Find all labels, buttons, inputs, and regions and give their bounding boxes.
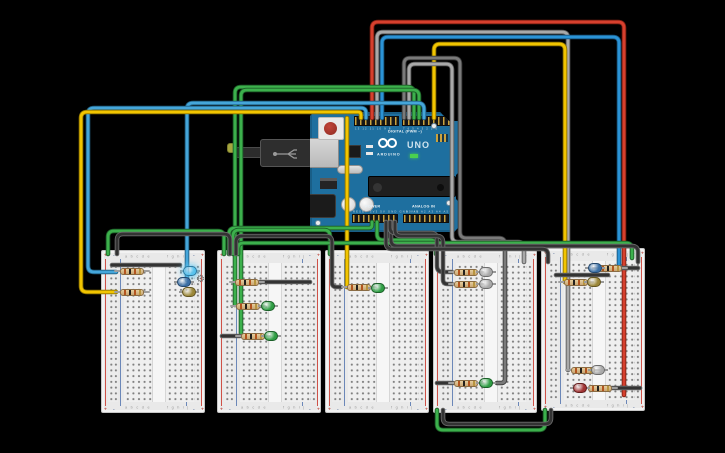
resistor-band — [617, 266, 619, 271]
resistor-band — [255, 304, 257, 309]
resistor-band — [468, 282, 470, 287]
resistor[interactable] — [120, 268, 144, 275]
resistor[interactable] — [588, 385, 612, 392]
resistor[interactable] — [454, 281, 478, 288]
resistor-band — [361, 285, 363, 290]
resistor-band — [250, 304, 252, 309]
resistor-band — [129, 290, 131, 295]
resistor[interactable] — [120, 289, 144, 296]
resistor-band — [245, 304, 247, 309]
led-green[interactable] — [264, 331, 278, 341]
resistor[interactable] — [235, 279, 259, 286]
led-gray[interactable] — [479, 279, 493, 289]
resistor-band — [139, 290, 141, 295]
gear-icon[interactable]: ⚙ — [196, 275, 205, 285]
resistor-band — [458, 381, 460, 386]
led-gray[interactable] — [591, 365, 605, 375]
led-olive[interactable] — [587, 277, 601, 287]
resistor-band — [602, 386, 604, 391]
resistor-band — [250, 334, 252, 339]
resistor-band — [255, 334, 257, 339]
resistor-band — [254, 280, 256, 285]
resistor-band — [244, 280, 246, 285]
resistor-band — [473, 381, 475, 386]
resistor-band — [249, 280, 251, 285]
resistor-band — [139, 269, 141, 274]
resistor-band — [463, 381, 465, 386]
led-green[interactable] — [479, 378, 493, 388]
resistor-band — [240, 304, 242, 309]
led-cyan[interactable] — [183, 266, 197, 276]
resistor-band — [573, 280, 575, 285]
resistor-band — [463, 270, 465, 275]
component-layer — [0, 0, 725, 453]
resistor[interactable] — [236, 303, 260, 310]
resistor[interactable] — [454, 380, 478, 387]
resistor[interactable] — [454, 269, 478, 276]
resistor-band — [351, 285, 353, 290]
resistor-band — [607, 266, 609, 271]
resistor-band — [458, 282, 460, 287]
led-gray[interactable] — [479, 267, 493, 277]
resistor-band — [597, 386, 599, 391]
resistor-band — [458, 270, 460, 275]
resistor-band — [585, 368, 587, 373]
led-green[interactable] — [371, 283, 385, 293]
resistor-band — [468, 270, 470, 275]
resistor-band — [473, 270, 475, 275]
resistor-band — [578, 280, 580, 285]
led-blue[interactable] — [588, 263, 602, 273]
resistor-band — [473, 282, 475, 287]
resistor-band — [134, 269, 136, 274]
resistor-band — [245, 334, 247, 339]
resistor-band — [134, 290, 136, 295]
led-blue[interactable] — [177, 277, 191, 287]
led-darkred[interactable] — [573, 383, 587, 393]
resistor-band — [607, 386, 609, 391]
resistor-band — [129, 269, 131, 274]
resistor-band — [580, 368, 582, 373]
resistor-band — [592, 386, 594, 391]
resistor-band — [239, 280, 241, 285]
resistor-band — [568, 280, 570, 285]
resistor-band — [575, 368, 577, 373]
resistor-band — [124, 269, 126, 274]
led-green[interactable] — [261, 301, 275, 311]
resistor-band — [468, 381, 470, 386]
resistor-band — [124, 290, 126, 295]
resistor-band — [612, 266, 614, 271]
circuit-canvas: a b c d ef g h i ja b c d ef g h i j+--+… — [0, 0, 725, 453]
resistor-band — [463, 282, 465, 287]
led-olive[interactable] — [182, 287, 196, 297]
resistor-band — [356, 285, 358, 290]
